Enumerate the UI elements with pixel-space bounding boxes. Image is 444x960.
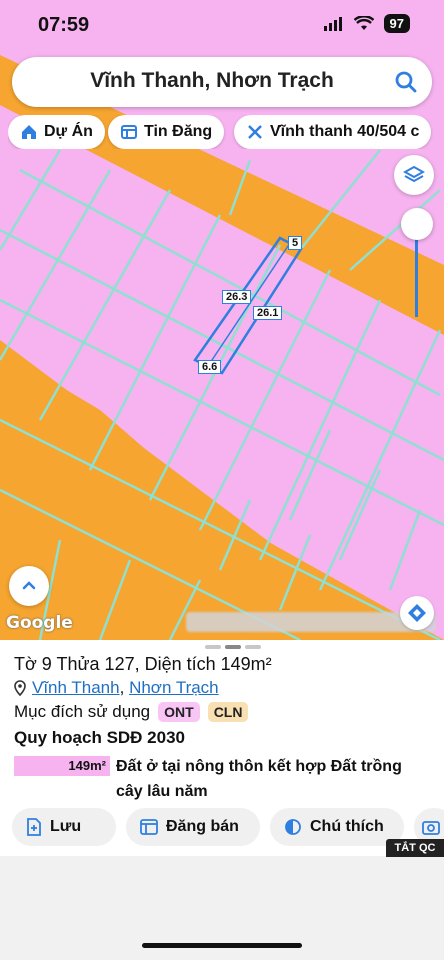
listing-icon bbox=[121, 125, 137, 139]
opacity-slider-thumb[interactable] bbox=[401, 208, 433, 240]
legend-button[interactable]: Chú thích bbox=[270, 808, 404, 846]
home-indicator[interactable] bbox=[142, 943, 302, 948]
land-purpose-row: Mục đích sử dụng ONT CLN bbox=[14, 702, 249, 722]
purpose-badge-cln: CLN bbox=[207, 702, 249, 722]
contrast-icon bbox=[285, 819, 301, 835]
filter-chips: Dự Án Tin Đăng Vĩnh thanh 40/504 c bbox=[8, 115, 444, 149]
ruler-icon bbox=[248, 125, 262, 139]
disable-ads-button[interactable]: TẮT QC bbox=[386, 839, 444, 857]
parcel-info-sheet: Tờ 9 Thửa 127, Diện tích 149m² Vĩnh Than… bbox=[0, 640, 444, 857]
save-icon bbox=[27, 818, 41, 836]
search-icon[interactable] bbox=[392, 68, 420, 96]
expand-sheet-button[interactable] bbox=[9, 566, 49, 606]
signal-icon bbox=[323, 16, 342, 31]
dim-label-top: 5 bbox=[288, 236, 303, 250]
chip-du-an[interactable]: Dự Án bbox=[8, 115, 105, 149]
page-indicator bbox=[205, 645, 261, 649]
wifi-icon bbox=[353, 16, 374, 30]
status-time: 07:59 bbox=[38, 14, 90, 36]
google-attribution: Google bbox=[6, 613, 73, 633]
save-button[interactable]: Lưu bbox=[12, 808, 116, 846]
search-bar[interactable]: Vĩnh Thanh, Nhơn Trạch bbox=[12, 57, 432, 107]
status-bar: 07:59 97 bbox=[0, 0, 444, 52]
dim-label-right: 26.1 bbox=[253, 306, 283, 320]
commune-link[interactable]: Vĩnh Thanh bbox=[32, 678, 120, 697]
chip-tin-dang[interactable]: Tin Đăng bbox=[108, 115, 225, 149]
chevron-up-icon bbox=[22, 581, 36, 590]
layers-icon bbox=[403, 165, 425, 183]
address-separator: , bbox=[119, 678, 125, 697]
district-link[interactable]: Nhơn Trạch bbox=[129, 678, 219, 697]
opacity-slider-track[interactable] bbox=[415, 235, 418, 317]
parcel-address: Vĩnh Thanh, Nhơn Trạch bbox=[14, 678, 219, 698]
battery-indicator: 97 bbox=[383, 14, 410, 33]
chip-vinh-thanh[interactable]: Vĩnh thanh 40/504 c bbox=[234, 115, 432, 149]
layers-button[interactable] bbox=[394, 155, 434, 195]
plan-title: Quy hoạch SDĐ 2030 bbox=[14, 728, 186, 747]
action-bar: Lưu Đăng bán Chú thích bbox=[12, 808, 444, 846]
post-sale-button[interactable]: Đăng bán bbox=[126, 808, 260, 846]
listing-icon bbox=[140, 819, 158, 835]
plan-description: Đất ở tại nông thôn kết hợp Đất trồng câ… bbox=[116, 758, 402, 800]
parcel-title: Tờ 9 Thửa 127, Diện tích 149m² bbox=[14, 654, 272, 674]
blurred-overlay bbox=[186, 612, 436, 632]
camera-icon bbox=[422, 821, 440, 835]
diamond-logo-icon bbox=[408, 604, 426, 622]
brand-logo-button[interactable] bbox=[400, 596, 434, 630]
home-icon bbox=[22, 125, 36, 139]
search-title: Vĩnh Thanh, Nhơn Trạch bbox=[90, 69, 334, 92]
location-pin-icon bbox=[14, 680, 26, 696]
dim-label-bottom: 6.6 bbox=[198, 360, 222, 374]
plan-area-swatch: 149m² bbox=[14, 756, 110, 776]
purpose-badge-ont: ONT bbox=[158, 702, 200, 722]
dim-label-left: 26.3 bbox=[222, 290, 252, 304]
